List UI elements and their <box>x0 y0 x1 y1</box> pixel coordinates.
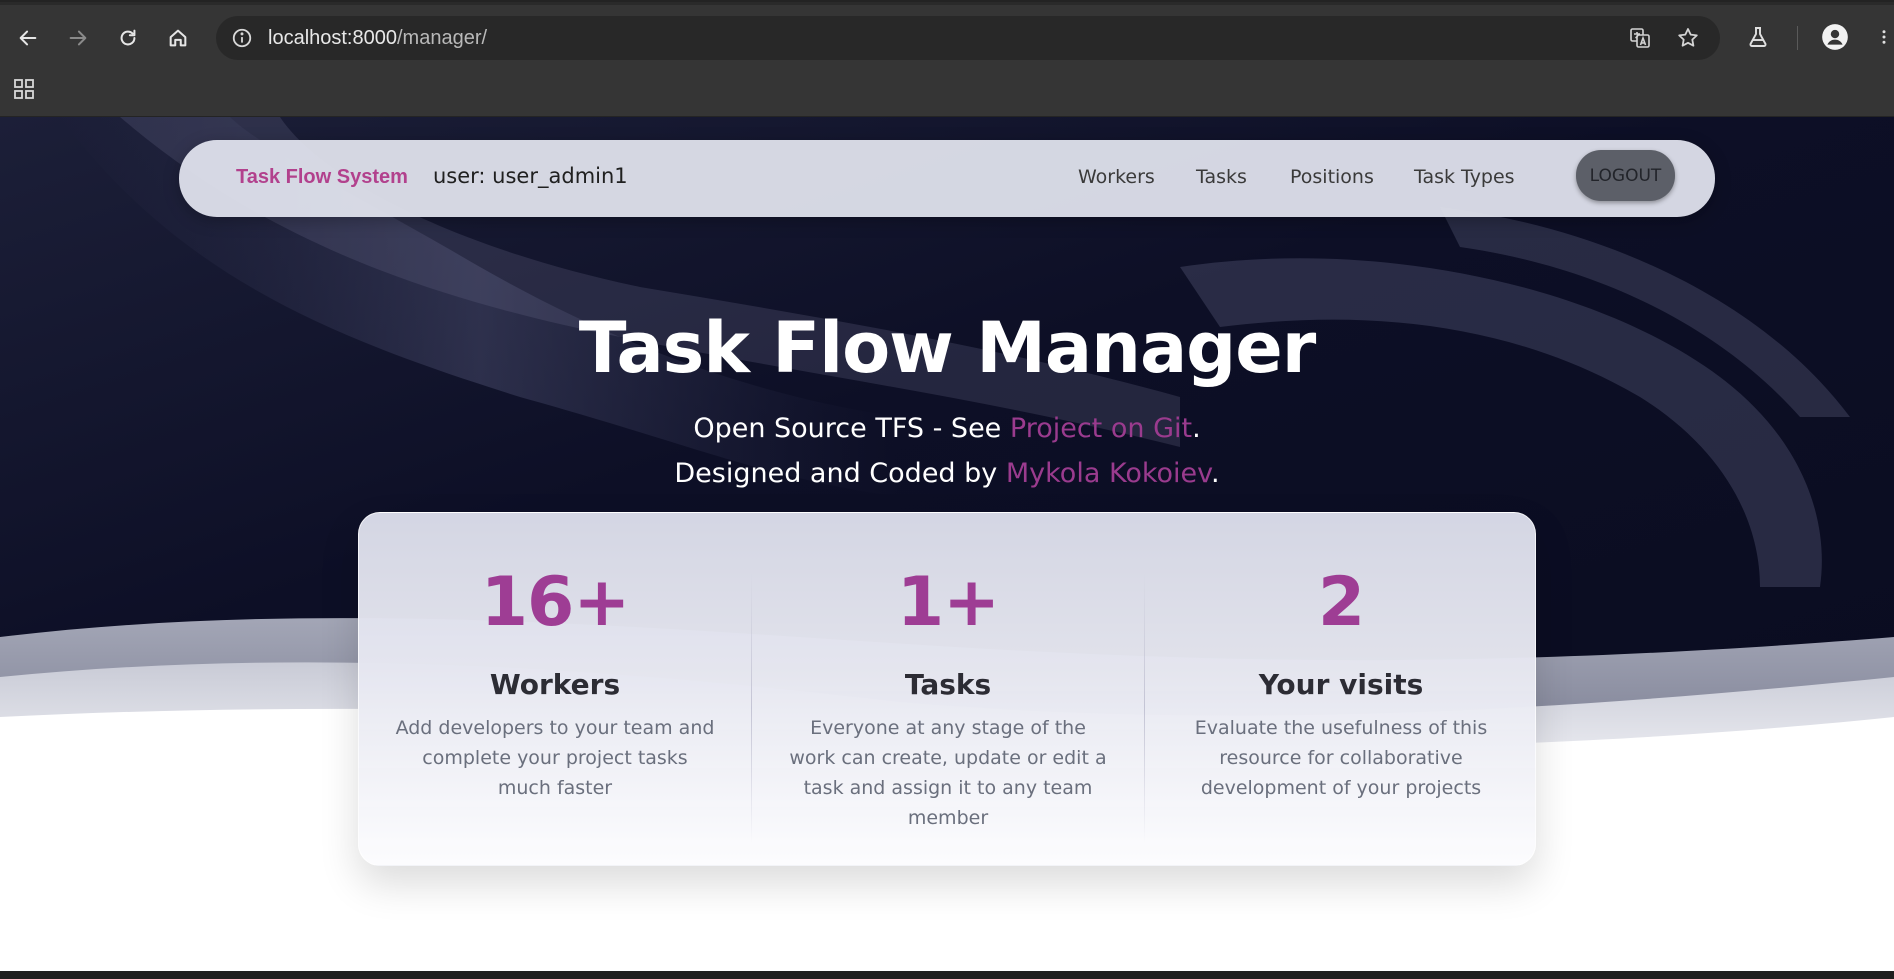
stat-description: Everyone at any stage of the work can cr… <box>789 717 1107 829</box>
subtitle-punctuation: . <box>1192 413 1201 444</box>
star-icon[interactable] <box>1676 26 1700 50</box>
current-user-label: user: user_admin1 <box>433 164 628 188</box>
subtitle-text: Designed and Coded by <box>674 458 1006 489</box>
forward-button[interactable] <box>60 20 96 56</box>
brand-link[interactable]: Task Flow System <box>236 166 408 189</box>
stats-card: 16+ Workers Add developers to your team … <box>358 512 1536 866</box>
subtitle-text: Open Source TFS - See <box>693 413 1010 444</box>
author-link[interactable]: Mykola Kokoiev <box>1006 458 1211 489</box>
page-title: Task Flow Manager <box>578 307 1317 389</box>
stat-visits: 2 Your visits Evaluate the usefulness of… <box>1145 513 1535 865</box>
page-viewport: Task Flow System user: user_admin1 Worke… <box>0 117 1894 971</box>
nav-link-tasks[interactable]: Tasks <box>1196 166 1247 188</box>
info-icon[interactable] <box>230 26 254 50</box>
stat-tasks: 1+ Tasks Everyone at any stage of the wo… <box>752 513 1144 865</box>
stat-title: Your visits <box>1258 668 1424 701</box>
url-host: localhost:8000 <box>268 26 397 49</box>
nav-link-positions[interactable]: Positions <box>1290 166 1374 188</box>
hero-subtitle-line-1: Open Source TFS - See Project on Git. <box>0 413 1894 444</box>
hero-subtitle-line-2: Designed and Coded by Mykola Kokoiev. <box>0 458 1894 489</box>
nav-link-task-types[interactable]: Task Types <box>1414 166 1515 188</box>
arrow-right-icon <box>69 30 87 46</box>
address-bar[interactable]: localhost:8000/manager/ <box>216 16 1720 60</box>
stat-value: 16+ <box>480 563 631 642</box>
os-taskbar <box>0 971 1894 979</box>
url-path: /manager/ <box>396 26 488 49</box>
profile-icon[interactable] <box>1820 22 1850 52</box>
arrow-left-icon <box>19 30 37 46</box>
tab-strip <box>0 2 1894 5</box>
project-git-link[interactable]: Project on Git <box>1010 413 1192 444</box>
apps-grid-icon[interactable] <box>12 77 38 103</box>
more-vert-icon[interactable] <box>1874 22 1894 52</box>
browser-toolbar: localhost:8000/manager/ <box>0 0 1894 72</box>
flask-icon[interactable] <box>1743 22 1773 52</box>
top-navbar: Task Flow System user: user_admin1 Worke… <box>179 140 1715 217</box>
bookmarks-bar <box>0 72 1894 117</box>
stat-value: 1+ <box>896 563 1000 642</box>
stat-workers: 16+ Workers Add developers to your team … <box>359 513 751 865</box>
url-text[interactable]: localhost:8000/manager/ <box>268 27 487 50</box>
stat-description: Add developers to your team and complete… <box>395 717 715 799</box>
toolbar-divider <box>1797 26 1798 50</box>
back-button[interactable] <box>10 20 46 56</box>
reload-icon <box>120 29 136 46</box>
stat-title: Workers <box>489 668 621 701</box>
stat-description: Evaluate the usefulness of this resource… <box>1194 717 1488 799</box>
home-button[interactable] <box>160 20 196 56</box>
translate-icon[interactable] <box>1628 26 1652 50</box>
nav-link-workers[interactable]: Workers <box>1078 166 1155 188</box>
logout-button[interactable]: LOGOUT <box>1576 150 1675 201</box>
stat-value: 2 <box>1317 563 1365 642</box>
subtitle-punctuation: . <box>1211 458 1220 489</box>
stat-title: Tasks <box>904 668 992 701</box>
reload-button[interactable] <box>110 20 146 56</box>
home-icon <box>169 29 187 47</box>
